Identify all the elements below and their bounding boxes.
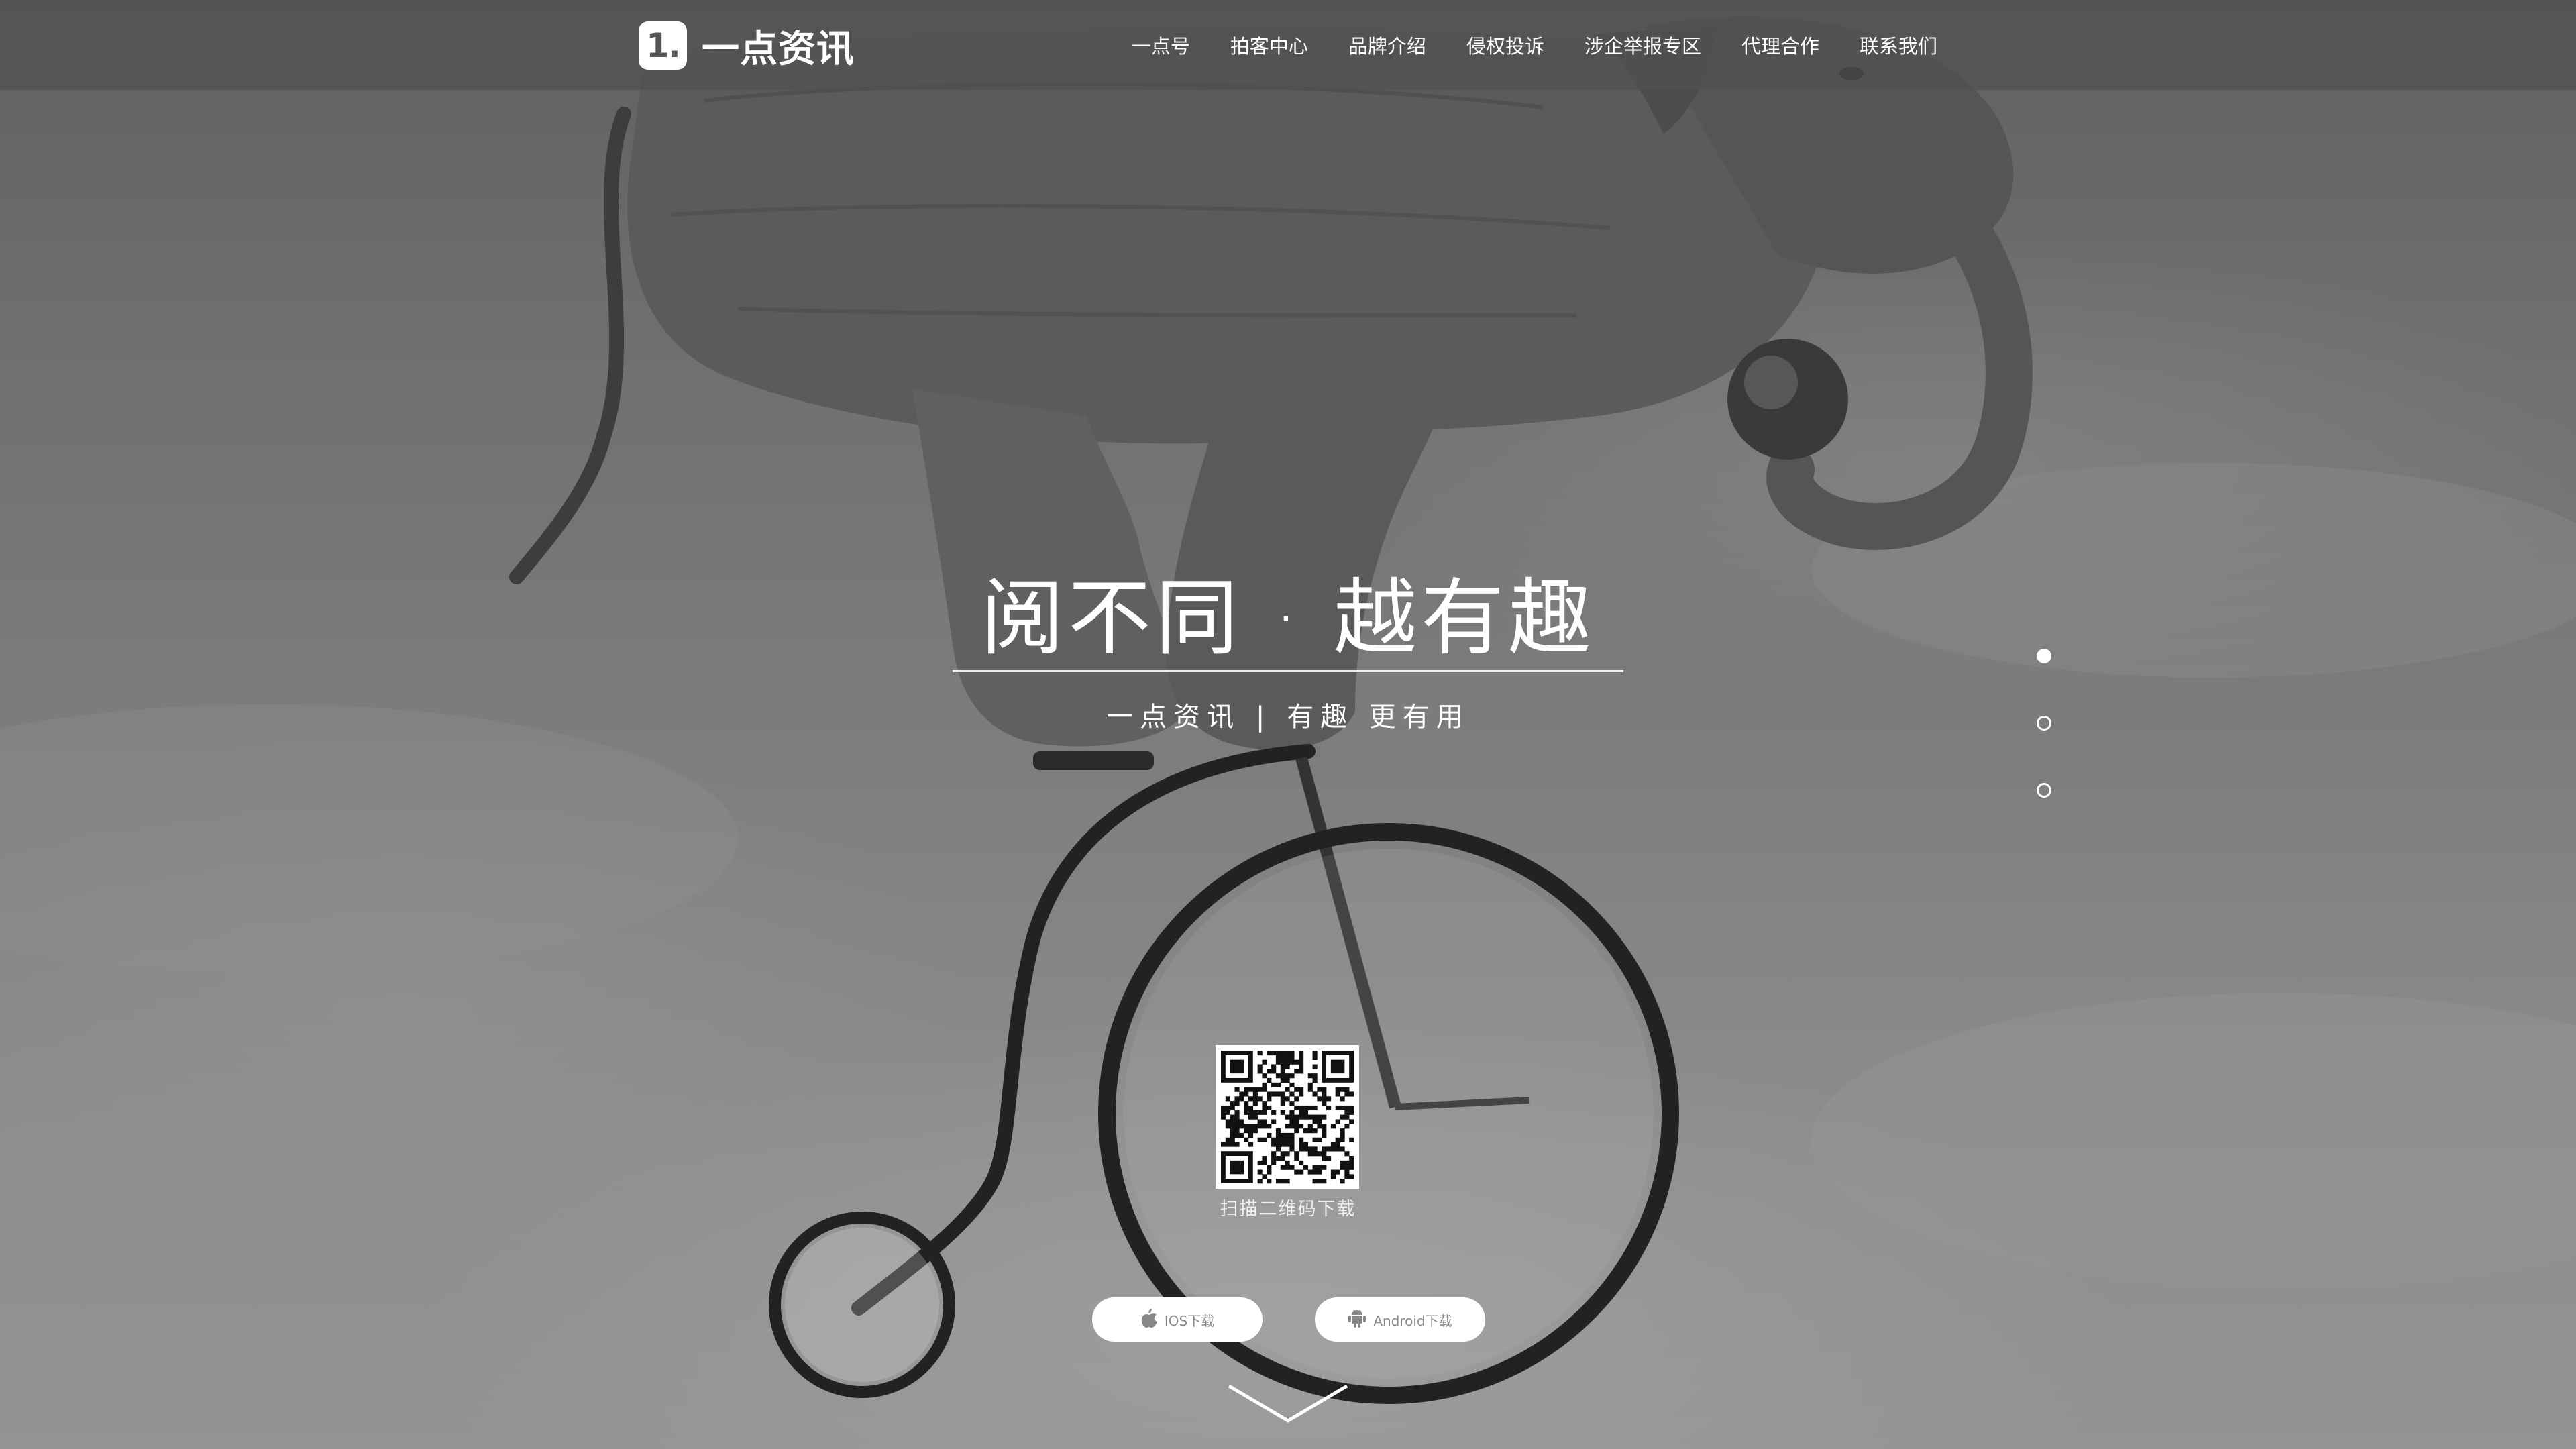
android-download-button[interactable]: Android下载 [1315, 1297, 1485, 1342]
logo-wordmark: 一点资讯 [702, 27, 855, 71]
qr-caption: 扫描二维码下载 [1220, 1199, 1356, 1220]
slide-dot-1[interactable] [2037, 649, 2051, 663]
hero-tagline: 一点资讯 | 有趣 更有用 [1106, 702, 1470, 733]
slide-dot-3[interactable] [2037, 783, 2051, 798]
chevron-down-icon[interactable] [1226, 1383, 1350, 1425]
top-navigation-bar: 1. 一点资讯 一点号 拍客中心 品牌介绍 侵权投诉 涉企举报专区 代理合作 联… [0, 0, 2576, 90]
hero-headline: 阅不同 · 越有趣 [980, 570, 1596, 667]
brand-logo[interactable]: 1. 一点资讯 [639, 20, 855, 71]
headline-divider [953, 670, 1623, 672]
nav-item-brand-intro[interactable]: 品牌介绍 [1348, 31, 1426, 59]
landing-page: 1. 一点资讯 一点号 拍客中心 品牌介绍 侵权投诉 涉企举报专区 代理合作 联… [0, 0, 2576, 1449]
download-qr-code [1216, 1045, 1359, 1189]
nav-item-paike-center[interactable]: 拍客中心 [1230, 31, 1308, 59]
slide-dot-2[interactable] [2037, 716, 2051, 731]
android-download-label: Android下载 [1373, 1312, 1452, 1329]
main-nav: 一点号 拍客中心 品牌介绍 侵权投诉 涉企举报专区 代理合作 联系我们 [1132, 0, 1937, 90]
apple-icon [1140, 1308, 1158, 1332]
ios-download-button[interactable]: IOS下载 [1092, 1297, 1263, 1342]
nav-item-agency-cooperation[interactable]: 代理合作 [1741, 31, 1819, 59]
ios-download-label: IOS下载 [1164, 1312, 1215, 1329]
nav-item-yidianhao[interactable]: 一点号 [1132, 31, 1190, 59]
android-icon [1348, 1308, 1366, 1332]
nav-item-contact-us[interactable]: 联系我们 [1860, 31, 1937, 59]
nav-item-infringement-complaint[interactable]: 侵权投诉 [1466, 31, 1544, 59]
nav-item-enterprise-report[interactable]: 涉企举报专区 [1585, 31, 1701, 59]
logo-mark: 1. [639, 21, 687, 70]
